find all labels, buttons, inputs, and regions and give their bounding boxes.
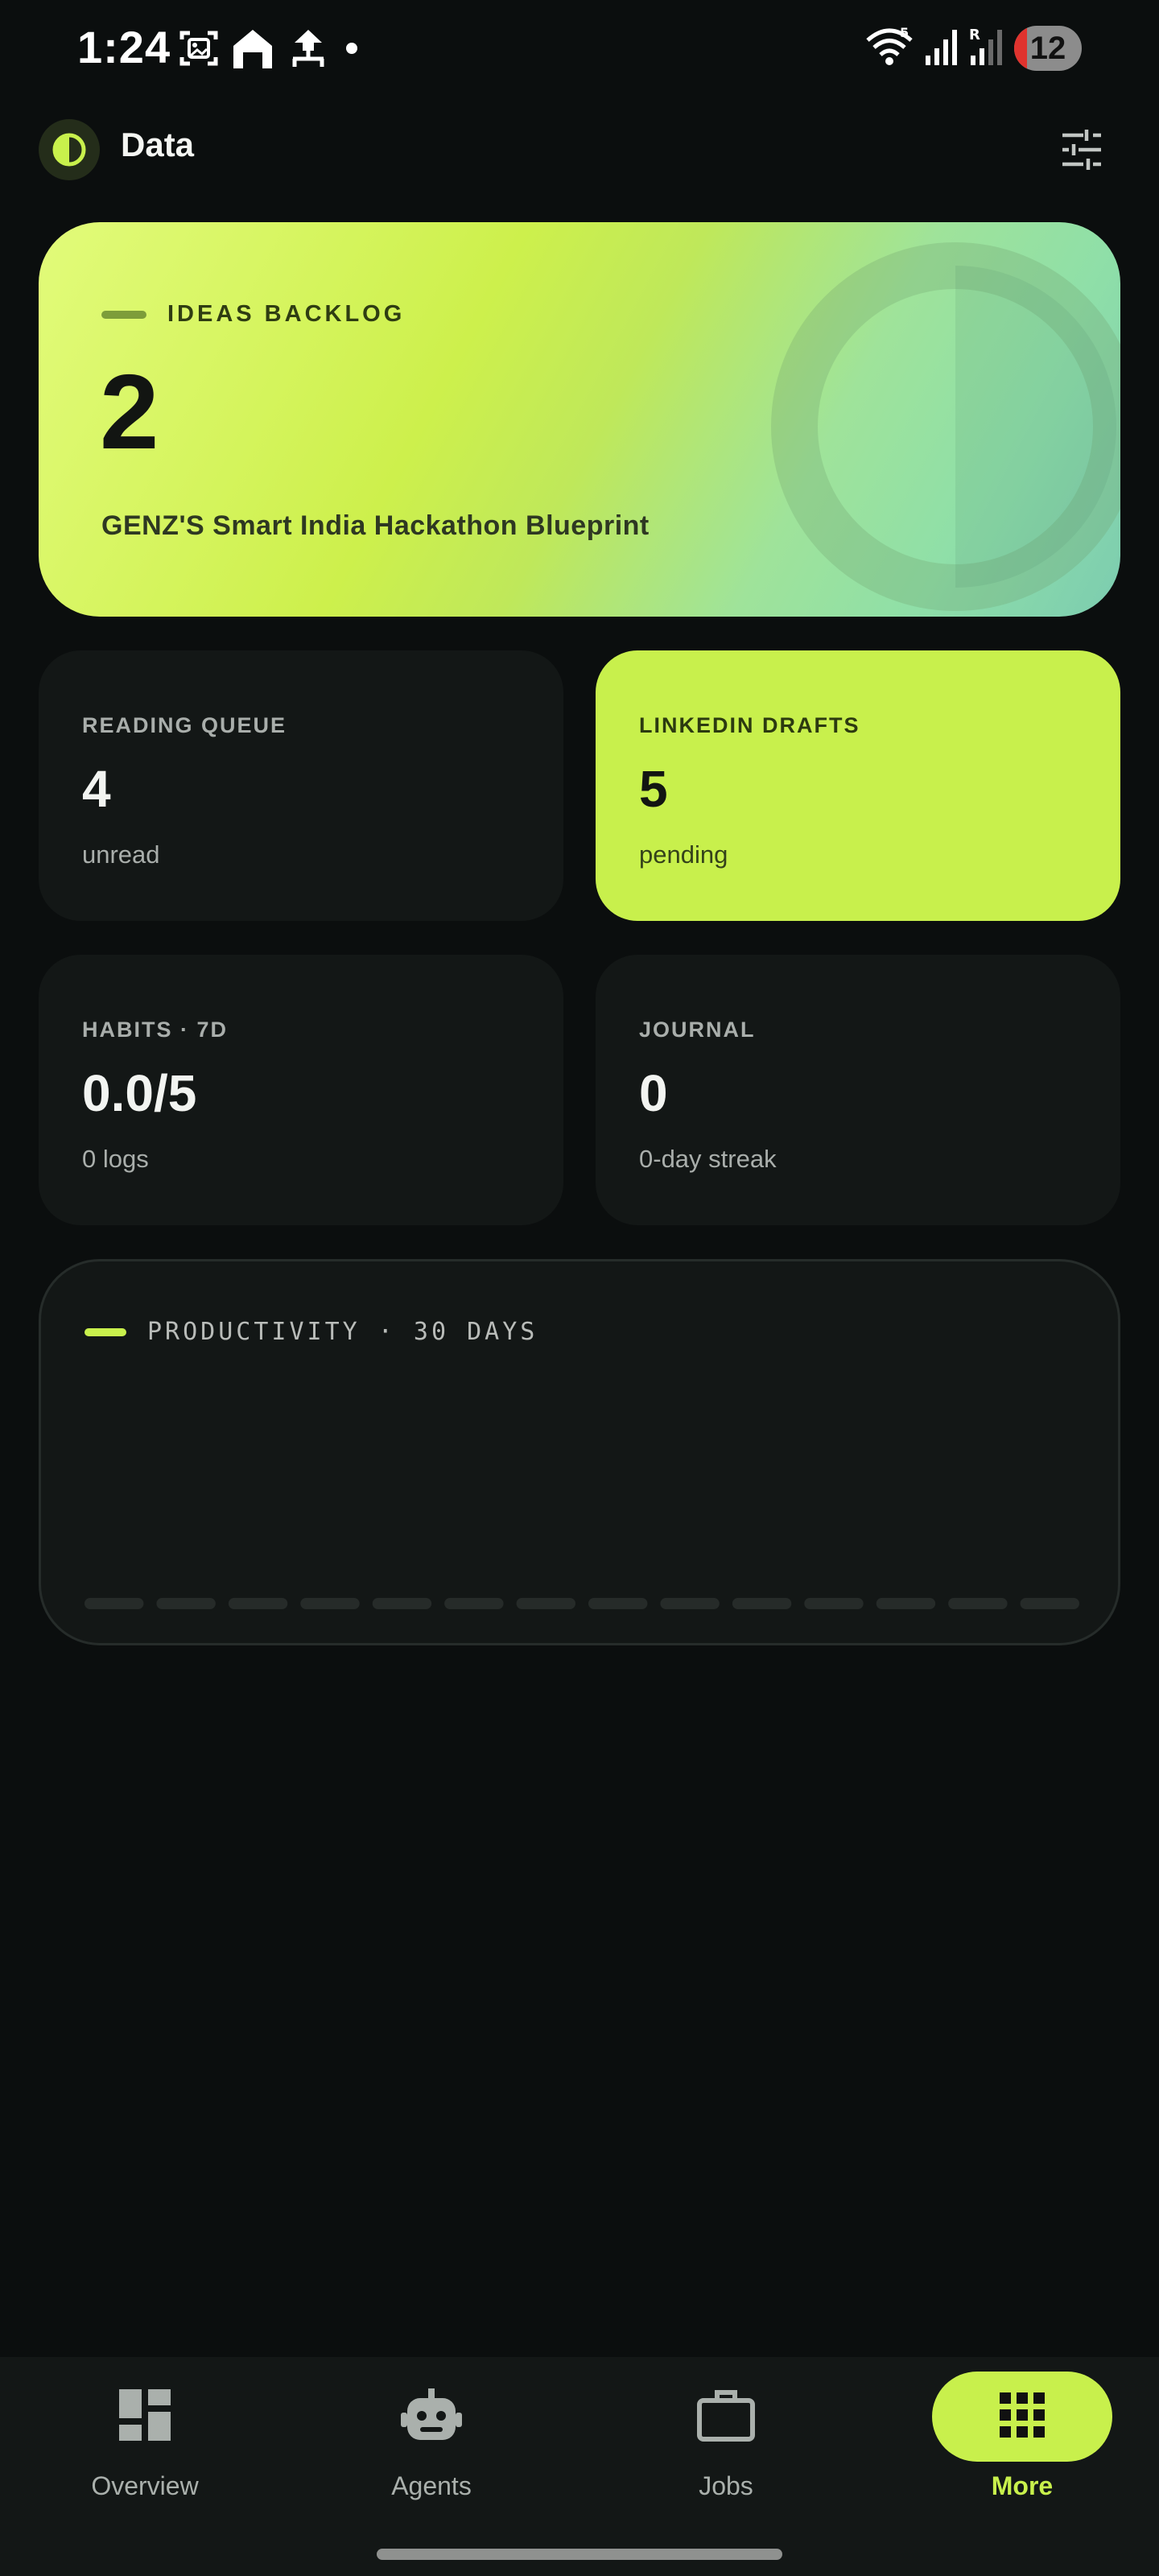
hero-label-row: IDEAS BACKLOG (101, 301, 405, 328)
productivity-bar (156, 1598, 216, 1609)
habits-card[interactable]: HABITS · 7D 0.0/5 0 logs (39, 955, 563, 1225)
nav-overview[interactable]: Overview (0, 2357, 290, 2518)
sliders-icon (1059, 127, 1104, 176)
reading-queue-label: READING QUEUE (82, 713, 287, 737)
home-shape-icon (230, 27, 275, 70)
robot-icon (399, 2387, 464, 2447)
nav-overview-label: Overview (91, 2471, 199, 2500)
nav-agents-label: Agents (391, 2471, 472, 2500)
notification-dot-icon (341, 38, 362, 59)
productivity-dash (85, 1327, 126, 1336)
productivity-bar (948, 1598, 1008, 1609)
roaming-signal-icon: R (969, 27, 1004, 71)
bottom-navigation: Overview Agents Jobs More (0, 2357, 1159, 2576)
nav-agents[interactable]: Agents (287, 2357, 576, 2518)
journal-card[interactable]: JOURNAL 0 0-day streak (596, 955, 1120, 1225)
linkedin-drafts-value: 5 (639, 760, 668, 818)
productivity-bar (85, 1598, 144, 1609)
dashboard-icon (118, 2388, 172, 2446)
battery-level: 12 (1029, 30, 1066, 66)
habits-value: 0.0/5 (82, 1064, 197, 1122)
nav-more-label: More (991, 2471, 1054, 2500)
productivity-bar (660, 1598, 720, 1609)
productivity-bar (228, 1598, 288, 1609)
network-tree-icon (287, 27, 330, 70)
app-header: Data (0, 105, 1159, 193)
briefcase-icon (696, 2388, 756, 2446)
linkedin-drafts-sub: pending (639, 840, 728, 869)
productivity-bar (372, 1598, 432, 1609)
svg-text:5: 5 (900, 26, 909, 40)
productivity-bar (444, 1598, 504, 1609)
habits-label: HABITS · 7D (82, 1018, 229, 1042)
ideas-backlog-card[interactable]: IDEAS BACKLOG 2 GENZ'S Smart India Hacka… (39, 222, 1120, 617)
habits-sub: 0 logs (82, 1145, 149, 1173)
productivity-label: PRODUCTIVITY · 30 DAYS (147, 1318, 538, 1346)
battery-icon: 12 (1014, 26, 1082, 71)
productivity-bar (300, 1598, 360, 1609)
wifi-icon: 5 (864, 25, 914, 72)
linkedin-drafts-card[interactable]: LINKEDIN DRAFTS 5 pending (596, 650, 1120, 921)
status-time: 1:24 (77, 22, 171, 72)
status-bar: 1:24 5 R 12 (0, 0, 1159, 97)
status-right-icons: 5 R 12 (864, 24, 1082, 72)
productivity-bar (588, 1598, 648, 1609)
status-left-icons (179, 24, 362, 72)
journal-value: 0 (639, 1064, 668, 1122)
linkedin-drafts-label: LINKEDIN DRAFTS (639, 713, 860, 737)
hero-decoration (771, 242, 1120, 611)
screenshot-icon (179, 28, 219, 68)
journal-label: JOURNAL (639, 1018, 756, 1042)
productivity-chart (85, 1598, 1079, 1609)
hero-label: IDEAS BACKLOG (167, 301, 406, 327)
nav-jobs[interactable]: Jobs (581, 2357, 871, 2518)
page-title: Data (121, 126, 195, 163)
filter-button[interactable] (1053, 122, 1111, 180)
journal-sub: 0-day streak (639, 1145, 777, 1173)
productivity-bar (516, 1598, 575, 1609)
productivity-bar (1020, 1598, 1079, 1609)
nav-jobs-label: Jobs (699, 2471, 753, 2500)
reading-queue-card[interactable]: READING QUEUE 4 unread (39, 650, 563, 921)
productivity-bar (876, 1598, 936, 1609)
half-circle-logo-icon (39, 119, 100, 180)
home-indicator[interactable] (377, 2549, 782, 2560)
hero-dash (101, 310, 146, 319)
productivity-bar (732, 1598, 792, 1609)
nav-more[interactable]: More (877, 2357, 1159, 2518)
productivity-bar (804, 1598, 864, 1609)
svg-text:R: R (969, 27, 980, 43)
signal-icon (924, 27, 959, 71)
ideas-count: 2 (100, 353, 159, 471)
reading-queue-sub: unread (82, 840, 160, 869)
apps-grid-icon (998, 2391, 1046, 2443)
hero-subtitle: GENZ'S Smart India Hackathon Blueprint (101, 510, 650, 541)
reading-queue-value: 4 (82, 760, 111, 818)
productivity-header: PRODUCTIVITY · 30 DAYS (85, 1318, 538, 1346)
productivity-card: PRODUCTIVITY · 30 DAYS (39, 1259, 1120, 1645)
